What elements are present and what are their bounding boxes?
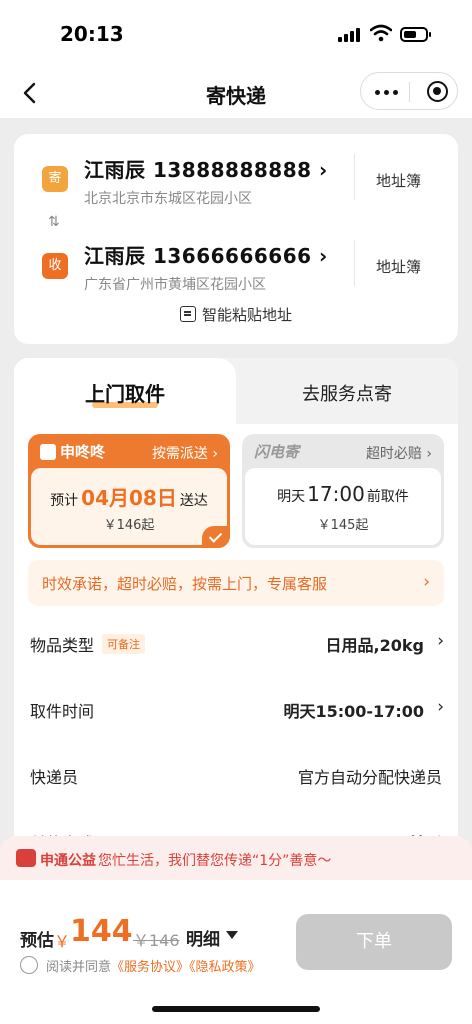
estimate-suffix: 送达 (179, 493, 208, 509)
brand-name: 申咚咚 (60, 443, 106, 461)
charity-brand: 申通公益 (40, 853, 96, 869)
address-card: 寄 江雨辰 13888888888 › 北京北京市东城区花园小区 地址簿 ⇅ 收… (14, 134, 458, 344)
chevron-right-icon: › (426, 446, 432, 462)
service-tag: 超时必赔 › (366, 443, 432, 463)
estimate-prefix: 预计 (50, 493, 79, 509)
service-agreement-link[interactable]: 《服务协议》 (111, 960, 189, 975)
service-tag-text: 超时必赔 (365, 446, 422, 462)
status-time: 20:13 (60, 22, 124, 46)
service-price: ￥145起 (317, 518, 369, 533)
chevron-right-icon: › (437, 697, 444, 717)
swap-icon[interactable]: ⇅ (48, 214, 60, 230)
tab-bar: 上门取件 去服务点寄 (14, 358, 458, 424)
divider (354, 154, 355, 200)
receiver-address: 广东省广州市黄埔区花园小区 (84, 277, 266, 293)
sender-name-phone-text: 江雨辰 13888888888 (84, 158, 312, 182)
shandianji-logo: 闪电寄 (254, 443, 300, 461)
more-dots-icon[interactable] (375, 90, 398, 95)
agree-prefix: 阅读并同意 (46, 960, 112, 975)
estimate-suffix: 前取件 (366, 489, 409, 505)
divider (354, 240, 355, 286)
remark-tag: 可备注 (102, 634, 145, 654)
brand-logo-icon (40, 444, 56, 460)
privacy-policy-link[interactable]: 《隐私政策》 (189, 960, 261, 975)
order-footer: 预估 ￥ 144 ￥146 明细 阅读并同意《服务协议》《隐私政策》 下单 (0, 880, 472, 1024)
courier-value: 官方自动分配快递员 (297, 768, 442, 787)
chevron-right-icon: › (319, 244, 328, 268)
receiver-address-book-button[interactable]: 地址簿 (376, 256, 421, 277)
delivery-estimate: 预计 04月08日 送达 (31, 482, 227, 511)
pickup-time-label: 取件时间 (30, 702, 95, 721)
close-target-icon[interactable] (427, 81, 448, 102)
service-price: ￥146起 (103, 518, 155, 533)
pickup-time-value: 明天15:00-17:00 (283, 702, 424, 721)
sender-address: 北京北京市东城区花园小区 (84, 191, 252, 207)
item-type-value: 日用品,20kg (325, 636, 424, 655)
agreement-text: 阅读并同意《服务协议》《隐私政策》 (46, 956, 261, 975)
sender-name-phone[interactable]: 江雨辰 13888888888 › (84, 154, 328, 183)
service-tag-text: 按需派送 (151, 446, 208, 462)
currency-symbol: ￥ (54, 932, 71, 951)
charity-text: 您忙生活，我们替您传递“1分”善意～ (98, 853, 332, 869)
caret-down-icon[interactable] (226, 931, 238, 939)
submit-order-button[interactable]: 下单 (296, 914, 452, 970)
service-body: 明天 17:00 前取件 ￥145起 (245, 468, 441, 545)
smart-paste-label: 智能粘贴地址 (201, 306, 292, 324)
original-price: ￥146 (133, 931, 180, 950)
item-type-label: 物品类型 (30, 636, 95, 655)
item-type-row[interactable]: 物品类型 可备注 日用品,20kg › (14, 614, 458, 674)
shendongdong-logo: 申咚咚 (40, 441, 105, 462)
paste-icon (179, 306, 196, 322)
tab-service-point[interactable]: 去服务点寄 (236, 380, 458, 406)
tab-door-pickup-label[interactable]: 上门取件 (14, 378, 236, 407)
selected-check-icon (202, 526, 230, 548)
courier-row: 快递员 官方自动分配快递员 (14, 746, 458, 806)
charity-logo-icon (16, 849, 36, 867)
nav-bar: 寄快递 (0, 68, 472, 118)
service-option-shendongdong[interactable]: 申咚咚 按需派送 › 预计 04月08日 送达 ￥146起 (28, 434, 230, 548)
cellular-signal-icon (338, 28, 360, 42)
service-body: 预计 04月08日 送达 ￥146起 (31, 468, 227, 545)
sender-address-book-button[interactable]: 地址簿 (376, 170, 421, 191)
courier-label: 快递员 (30, 768, 79, 787)
estimated-price: 144 (70, 914, 133, 949)
home-indicator[interactable] (152, 1006, 320, 1012)
mini-program-capsule (360, 72, 458, 110)
service-option-shandianji[interactable]: 闪电寄 超时必赔 › 明天 17:00 前取件 ￥145起 (242, 434, 444, 548)
service-promise-banner[interactable]: 时效承诺，超时必赔，按需上门，专属客服 › (28, 560, 444, 606)
pickup-estimate: 明天 17:00 前取件 (245, 482, 441, 506)
receiver-badge: 收 (42, 253, 68, 279)
capsule-divider (409, 82, 410, 102)
sender-badge: 寄 (42, 166, 68, 192)
charity-banner: 申通公益 您忙生活，我们替您传递“1分”善意～ (0, 836, 472, 884)
estimate-time: 17:00 (307, 482, 365, 506)
order-card: 上门取件 去服务点寄 申咚咚 按需派送 › 预计 04月08日 送达 ￥146起 闪… (14, 358, 458, 878)
estimate-label: 预估 (20, 931, 54, 951)
promise-text: 时效承诺，超时必赔，按需上门，专属客服 (42, 575, 328, 593)
estimate-date: 04月08日 (81, 486, 177, 510)
chevron-right-icon: › (423, 572, 430, 592)
receiver-name-phone-text: 江雨辰 13666666666 (84, 244, 312, 268)
service-header: 申咚咚 按需派送 › (28, 434, 230, 468)
chevron-right-icon: › (212, 446, 218, 462)
chevron-right-icon: › (437, 631, 444, 651)
price-detail-button[interactable]: 明细 (186, 925, 220, 950)
receiver-name-phone[interactable]: 江雨辰 13666666666 › (84, 240, 328, 269)
estimate-prefix: 明天 (277, 489, 306, 505)
chevron-right-icon: › (319, 158, 328, 182)
battery-icon (400, 27, 431, 42)
service-tag: 按需派送 › (152, 443, 218, 463)
wifi-icon (370, 24, 392, 42)
pickup-time-row[interactable]: 取件时间 明天15:00-17:00 › (14, 680, 458, 740)
status-bar: 20:13 (0, 0, 472, 68)
smart-paste-button[interactable]: 智能粘贴地址 (14, 304, 458, 325)
agreement-checkbox[interactable] (20, 956, 38, 974)
